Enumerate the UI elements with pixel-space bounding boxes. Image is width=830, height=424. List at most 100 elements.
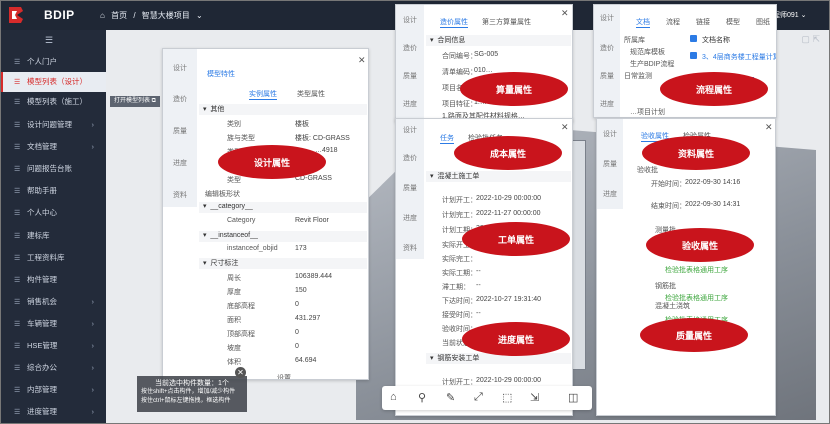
sidebar-item-documents[interactable]: ☰ 文档管理 › — [0, 137, 106, 157]
close-icon[interactable]: ✕ — [765, 122, 773, 133]
sidebar-item-portal[interactable]: ☰ 个人门户 — [0, 52, 106, 72]
vtab-data[interactable]: 资料 — [396, 243, 424, 253]
close-icon[interactable]: ✕ — [358, 55, 366, 66]
vtab-quality[interactable]: 质量 — [163, 126, 197, 136]
close-icon[interactable]: ✕ — [561, 8, 569, 19]
sidebar-item-label: 构件管理 — [27, 275, 57, 284]
vtab-quality[interactable]: 质量 — [594, 71, 620, 81]
section-other[interactable]: ▾ 其他 — [199, 104, 367, 115]
tab-cost-properties[interactable]: 造价属性 — [440, 17, 468, 28]
home-icon[interactable]: ⌂ — [100, 11, 105, 20]
vtab-design[interactable]: 设计 — [396, 125, 424, 135]
tab-tasks[interactable]: 任务 — [440, 133, 454, 144]
sidebar-item-issue-report[interactable]: ☰ 问题报告台账 — [0, 159, 106, 179]
section-acceptance-batch[interactable]: 验收批 — [637, 165, 658, 175]
vtab-cost[interactable]: 造价 — [594, 43, 620, 53]
box-icon[interactable]: ⬚ — [502, 391, 512, 404]
explode-icon[interactable]: ⇲ — [530, 391, 539, 404]
tree-node[interactable]: …项目计划 — [630, 107, 665, 117]
column-header-document-name: 文档名称 — [702, 37, 730, 44]
sidebar-item-sales[interactable]: ☰ 销售机会 › — [0, 292, 106, 312]
sidebar-item-design-issues[interactable]: ☰ 设计问题管理 › — [0, 115, 106, 135]
vtab-quality[interactable]: 质量 — [396, 183, 424, 193]
section-category[interactable]: ▾ __category__ — [199, 202, 367, 213]
tab-drawings[interactable]: 图纸 — [756, 17, 770, 27]
tab-documents[interactable]: 文档 — [636, 17, 650, 28]
vtab-cost[interactable]: 造价 — [396, 153, 424, 163]
select-icon[interactable]: ⚲ — [418, 391, 426, 404]
view-cube-icon[interactable]: ◫ — [568, 391, 578, 404]
prop-label: 类别 — [227, 121, 241, 128]
tree-node[interactable]: 规范库模板 — [630, 47, 665, 57]
tree-node[interactable]: 日常监测 — [624, 71, 652, 81]
section-concrete-batch[interactable]: 混凝土浇筑 — [655, 301, 690, 311]
vtab-design[interactable]: 设计 — [597, 129, 623, 139]
prop-value: -- — [476, 282, 481, 289]
sidebar-item-vehicles[interactable]: ☰ 车辆管理 › — [0, 314, 106, 334]
breadcrumb-project[interactable]: 智慧大楼项目 — [142, 11, 190, 20]
panel-vertical-tabs: 设计 造价 质量 进度 — [594, 5, 620, 117]
section-dimensions[interactable]: ▾ 尺寸标注 — [199, 258, 367, 269]
sidebar-item-help[interactable]: ☰ 帮助手册 — [0, 181, 106, 201]
vtab-quality[interactable]: 质量 — [396, 71, 424, 81]
sidebar-item-components[interactable]: ☰ 构件管理 — [0, 270, 106, 290]
sidebar-item-label: 综合办公 — [27, 363, 57, 372]
sidebar-item-schedule[interactable]: ☰ 进度管理 › — [0, 402, 106, 422]
sidebar-item-office[interactable]: ☰ 综合办公 › — [0, 358, 106, 378]
sidebar-item-profile[interactable]: ☰ 个人中心 — [0, 203, 106, 223]
sidebar-item-internal[interactable]: ☰ 内部管理 › — [0, 380, 106, 400]
prop-label: 厚度 — [227, 289, 241, 296]
vtab-progress[interactable]: 进度 — [597, 189, 623, 199]
tree-node[interactable]: 所属库 — [624, 35, 645, 45]
sidebar-item-model-construction[interactable]: ☰ 模型列表（施工） — [0, 92, 106, 112]
section-rebar-batch[interactable]: 钢筋批 — [655, 281, 676, 291]
settings-button[interactable]: 设置 — [277, 373, 291, 379]
vtab-progress[interactable]: 进度 — [396, 99, 424, 109]
chevron-right-icon: › — [91, 385, 95, 394]
tab-type-properties[interactable]: 类型属性 — [297, 89, 325, 99]
close-icon[interactable]: ✕ — [235, 367, 246, 378]
inspection-link[interactable]: 检验批表格通用工序 — [665, 265, 728, 275]
vtab-design[interactable]: 设计 — [594, 13, 620, 23]
vtab-progress[interactable]: 进度 — [396, 213, 424, 223]
vtab-progress[interactable]: 进度 — [594, 99, 620, 109]
select-all-checkbox[interactable] — [690, 35, 697, 42]
vtab-design[interactable]: 设计 — [163, 63, 197, 73]
tab-process[interactable]: 流程 — [666, 17, 680, 27]
breadcrumb-home[interactable]: 首页 — [111, 11, 127, 20]
tab-links[interactable]: 链接 — [696, 17, 710, 27]
section-edit-shape[interactable]: 编辑板形状 — [205, 189, 240, 199]
home-view-icon[interactable]: ⌂ — [390, 391, 397, 403]
vtab-data[interactable]: 资料 — [163, 190, 197, 200]
section-icon[interactable]: ⤢ — [474, 391, 483, 404]
section-concrete-work-order[interactable]: ▾ 混凝土施工单 — [426, 171, 571, 182]
vtab-cost[interactable]: 造价 — [163, 94, 197, 104]
tab-models[interactable]: 模型 — [726, 17, 740, 27]
sidebar-item-engineering-data[interactable]: ☰ 工程资料库 — [0, 248, 106, 268]
document-link[interactable]: 3、4层商务楼工程量计算书 — [702, 52, 776, 62]
document-checkbox[interactable] — [690, 52, 697, 59]
share-icon[interactable]: ⇱ — [812, 34, 820, 44]
vtab-design[interactable]: 设计 — [396, 15, 424, 25]
save-view-icon[interactable]: ▢ — [801, 34, 810, 44]
section-contract[interactable]: ▾ 合同信息 — [426, 35, 571, 46]
list-icon: ☰ — [14, 210, 21, 217]
menu-collapse-icon[interactable]: ☰ — [45, 35, 53, 46]
sidebar-item-model-design[interactable]: ☰ 模型列表（设计） — [0, 72, 106, 92]
sidebar-item-label: 内部管理 — [27, 385, 57, 394]
open-model-list-button[interactable]: 打开模型列表 ⧉ — [110, 96, 160, 107]
vtab-cost[interactable]: 造价 — [396, 43, 424, 53]
prop-label: 面积 — [227, 317, 241, 324]
section-instanceof[interactable]: ▾ __instanceof__ — [199, 231, 367, 242]
tree-node[interactable]: 生产BDIP流程 — [630, 59, 674, 69]
chevron-down-icon[interactable]: ⌄ — [196, 11, 203, 20]
close-icon[interactable]: ✕ — [561, 122, 569, 133]
progress-attribute-label: 进度属性 — [462, 322, 570, 356]
measure-icon[interactable]: ✎ — [446, 391, 455, 404]
sidebar-item-standards[interactable]: ☰ 建标库 — [0, 226, 106, 246]
vtab-quality[interactable]: 质量 — [597, 159, 623, 169]
sidebar-item-hse[interactable]: ☰ HSE管理 › — [0, 336, 106, 356]
tab-instance-properties[interactable]: 实例属性 — [249, 89, 277, 100]
vtab-progress[interactable]: 进度 — [163, 158, 197, 168]
tab-third-party-properties[interactable]: 第三方算量属性 — [482, 17, 531, 27]
